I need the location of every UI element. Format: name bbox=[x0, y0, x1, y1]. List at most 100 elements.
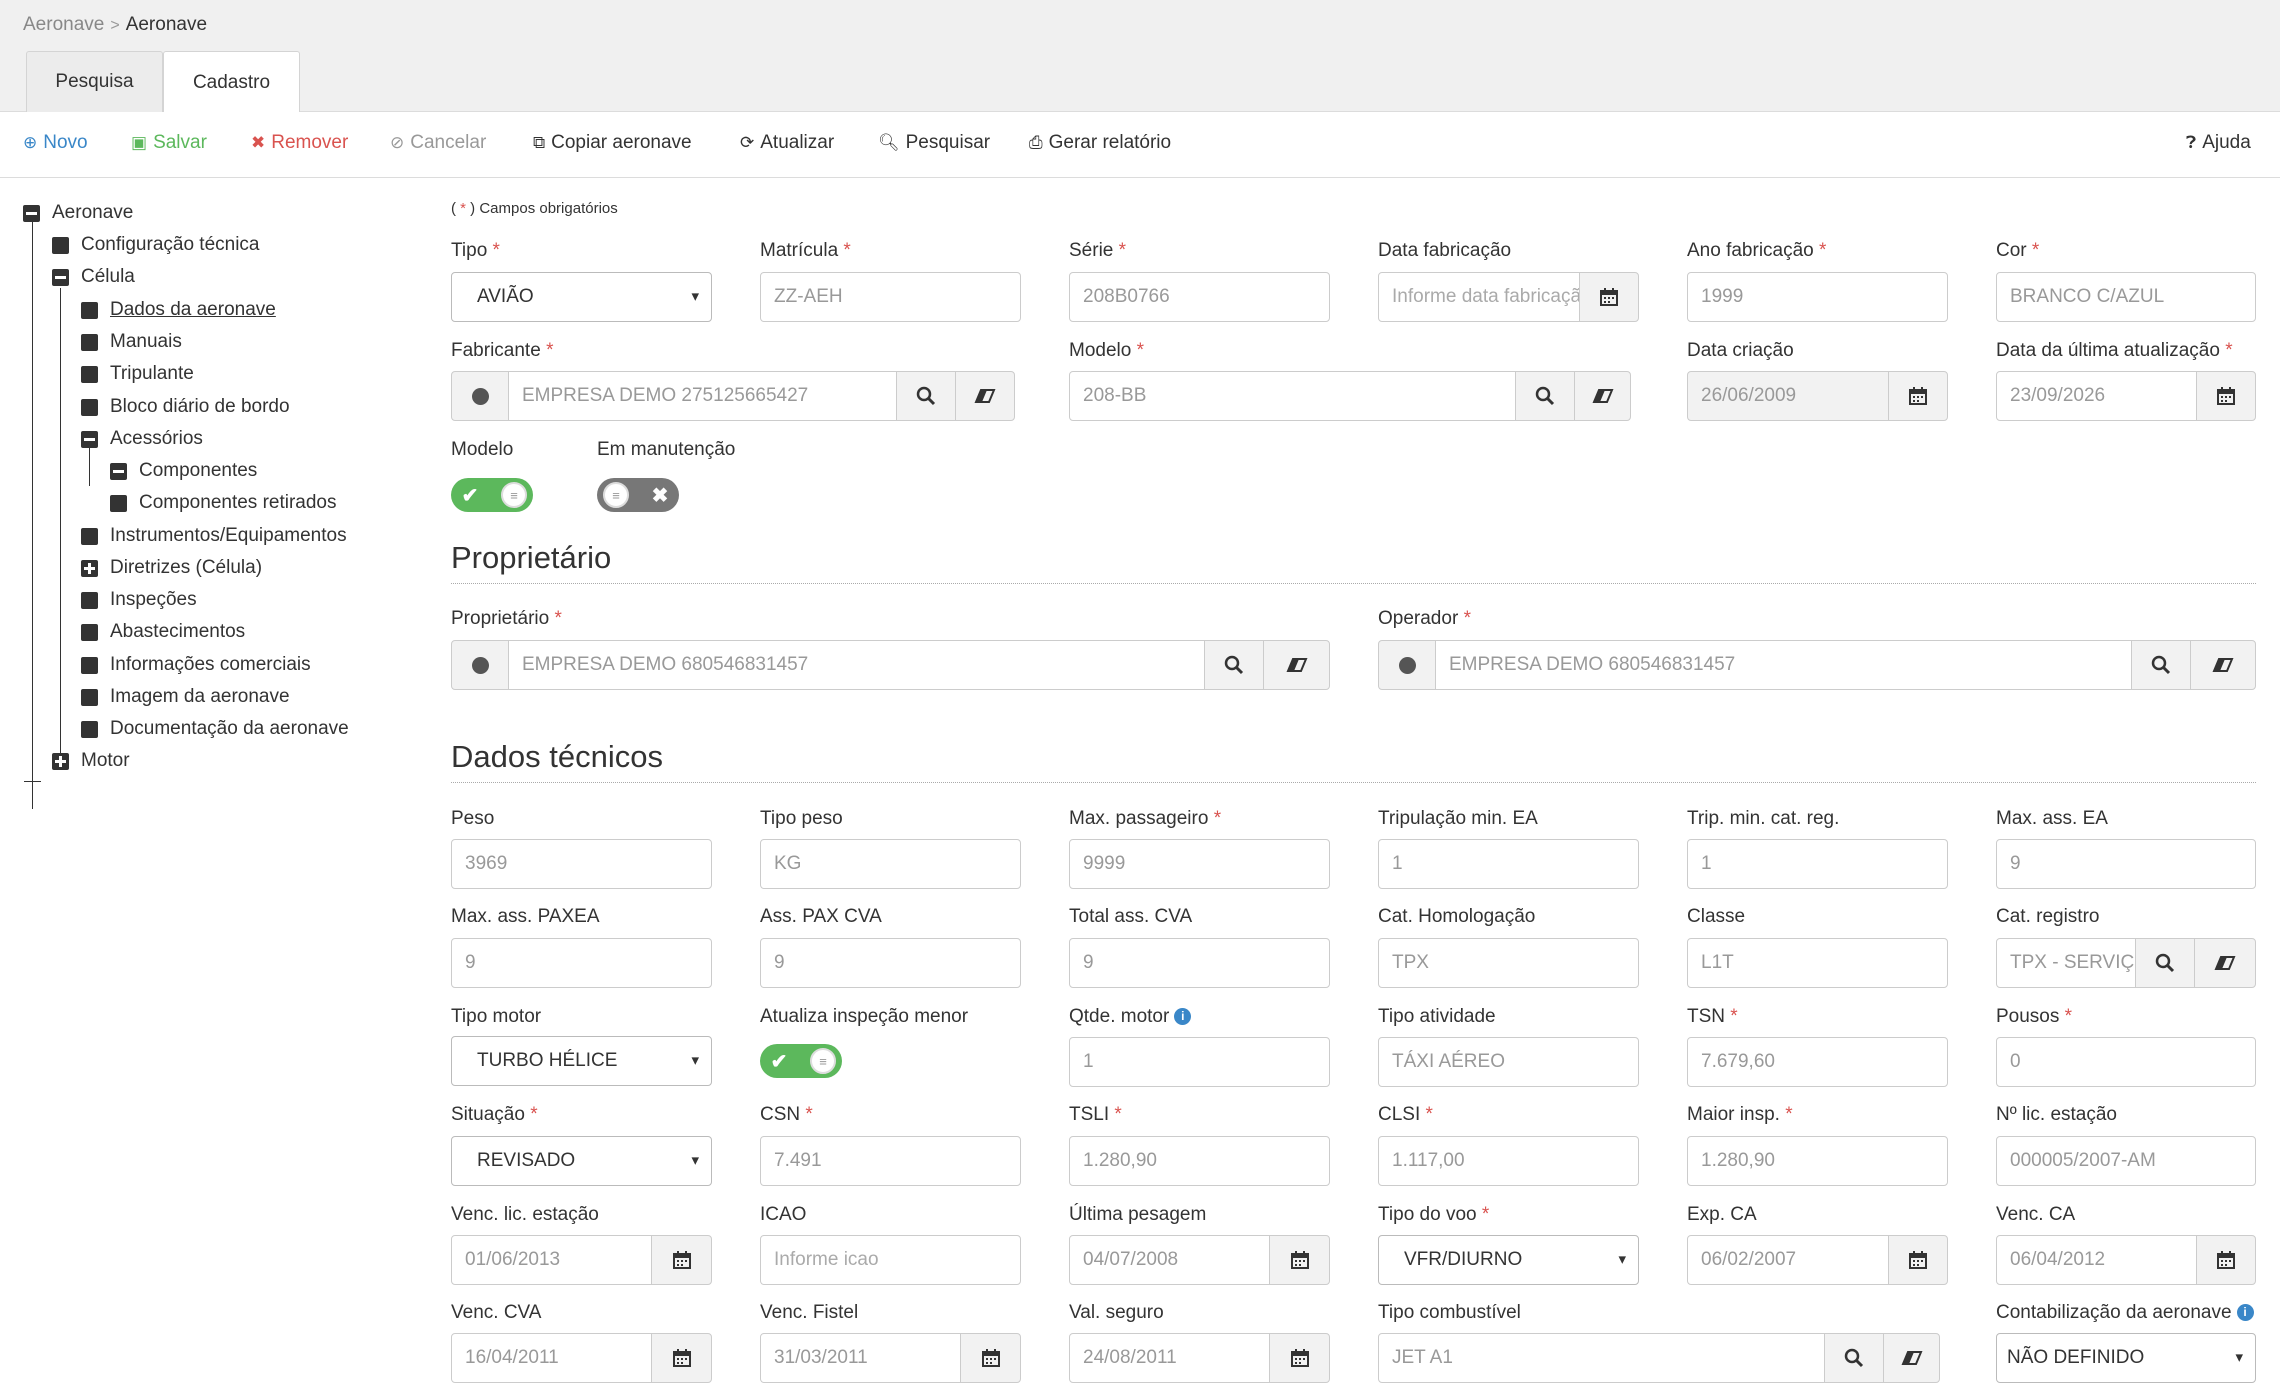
tree-node-aeronave[interactable]: Aeronave bbox=[23, 202, 133, 224]
tree-node-dados-aeronave[interactable]: Dados da aeronave bbox=[81, 299, 276, 321]
exp-ca-input[interactable]: 06/02/2007 bbox=[1687, 1235, 1889, 1285]
remover-button[interactable]: ✖ Remover bbox=[251, 132, 348, 154]
tree-node-diretrizes[interactable]: Diretrizes (Célula) bbox=[81, 557, 262, 579]
maior-insp-input[interactable]: 1.280,90 bbox=[1687, 1136, 1948, 1186]
search-icon[interactable] bbox=[2135, 938, 2195, 988]
eraser-icon[interactable] bbox=[2194, 938, 2256, 988]
tipo-peso-input[interactable]: KG bbox=[760, 839, 1021, 889]
tree-node-imagem[interactable]: Imagem da aeronave bbox=[81, 686, 290, 708]
tipo-select[interactable]: AVIÃO ▾ bbox=[451, 272, 712, 322]
trip-min-cat-reg-input[interactable]: 1 bbox=[1687, 839, 1948, 889]
serie-input[interactable]: 208B0766 bbox=[1069, 272, 1330, 322]
breadcrumb-parent[interactable]: Aeronave bbox=[23, 14, 104, 35]
collapse-icon[interactable] bbox=[81, 430, 98, 448]
pesquisar-button[interactable]: 🔍︎ Pesquisar bbox=[878, 132, 990, 154]
eraser-icon[interactable] bbox=[1263, 640, 1330, 690]
tsli-input[interactable]: 1.280,90 bbox=[1069, 1136, 1330, 1186]
tree-node-manuais[interactable]: Manuais bbox=[81, 331, 182, 353]
max-ass-paxea-input[interactable]: 9 bbox=[451, 938, 712, 988]
tsn-input[interactable]: 7.679,60 bbox=[1687, 1037, 1948, 1087]
tree-node-tripulante[interactable]: Tripulante bbox=[81, 363, 194, 385]
venc-ca-input[interactable]: 06/04/2012 bbox=[1996, 1235, 2197, 1285]
calendar-icon[interactable] bbox=[1579, 272, 1639, 322]
expand-icon[interactable] bbox=[52, 752, 69, 770]
data-criacao-input[interactable]: 26/06/2009 bbox=[1687, 371, 1889, 421]
search-icon[interactable] bbox=[2131, 640, 2191, 690]
atualiza-inspecao-toggle[interactable]: ✔ ≡ bbox=[760, 1044, 842, 1078]
operador-input[interactable]: EMPRESA DEMO 680546831457 bbox=[1435, 640, 2132, 690]
relatorio-button[interactable]: ⎙ Gerar relatório bbox=[1029, 132, 1171, 154]
data-ultima-atualizacao-input[interactable]: 23/09/2026 bbox=[1996, 371, 2197, 421]
ajuda-button[interactable]: ❓︎ Ajuda bbox=[2186, 132, 2251, 154]
tree-node-documentacao[interactable]: Documentação da aeronave bbox=[81, 718, 349, 740]
venc-cva-input[interactable]: 16/04/2011 bbox=[451, 1333, 652, 1383]
qtde-motor-input[interactable]: 1 bbox=[1069, 1037, 1330, 1087]
tab-cadastro[interactable]: Cadastro bbox=[163, 51, 300, 113]
tree-node-bloco-diario[interactable]: Bloco diário de bordo bbox=[81, 396, 290, 418]
eraser-icon[interactable] bbox=[1574, 371, 1631, 421]
tree-node-configuracao[interactable]: Configuração técnica bbox=[52, 234, 260, 256]
calendar-icon[interactable] bbox=[2196, 1235, 2256, 1285]
proprietario-input[interactable]: EMPRESA DEMO 680546831457 bbox=[508, 640, 1205, 690]
cor-input[interactable]: BRANCO C/AZUL bbox=[1996, 272, 2256, 322]
search-icon[interactable] bbox=[1515, 371, 1575, 421]
peso-input[interactable]: 3969 bbox=[451, 839, 712, 889]
tripulacao-min-ea-input[interactable]: 1 bbox=[1378, 839, 1639, 889]
tree-node-instrumentos[interactable]: Instrumentos/Equipamentos bbox=[81, 525, 347, 547]
expand-icon[interactable] bbox=[81, 559, 98, 577]
tree-node-inspecoes[interactable]: Inspeções bbox=[81, 589, 197, 611]
clsi-input[interactable]: 1.117,00 bbox=[1378, 1136, 1639, 1186]
calendar-icon[interactable] bbox=[1269, 1333, 1330, 1383]
info-icon[interactable]: i bbox=[2236, 1304, 2254, 1322]
calendar-icon[interactable] bbox=[1888, 1235, 1948, 1285]
tree-node-componentes[interactable]: Componentes bbox=[110, 460, 257, 482]
tree-node-motor[interactable]: Motor bbox=[52, 750, 130, 772]
eraser-icon[interactable] bbox=[2190, 640, 2256, 690]
icao-input[interactable]: Informe icao bbox=[760, 1235, 1021, 1285]
eraser-icon[interactable] bbox=[955, 371, 1015, 421]
em-manutencao-toggle[interactable]: ≡ ✖ bbox=[597, 478, 679, 512]
calendar-icon[interactable] bbox=[1888, 371, 1948, 421]
calendar-icon[interactable] bbox=[960, 1333, 1021, 1383]
tab-pesquisa[interactable]: Pesquisa bbox=[26, 51, 163, 112]
eraser-icon[interactable] bbox=[1883, 1333, 1940, 1383]
situacao-select[interactable]: REVISADO ▾ bbox=[451, 1136, 712, 1186]
novo-button[interactable]: ⊕ Novo bbox=[23, 132, 88, 154]
classe-input[interactable]: L1T bbox=[1687, 938, 1948, 988]
max-passageiro-input[interactable]: 9999 bbox=[1069, 839, 1330, 889]
collapse-icon[interactable] bbox=[110, 462, 127, 480]
modelo-input[interactable]: 208-BB bbox=[1069, 371, 1516, 421]
info-icon[interactable]: i bbox=[1174, 1008, 1192, 1026]
modelo-toggle[interactable]: ✔ ≡ bbox=[451, 478, 533, 512]
tree-node-acessorios[interactable]: Acessórios bbox=[81, 428, 203, 450]
max-ass-ea-input[interactable]: 9 bbox=[1996, 839, 2256, 889]
calendar-icon[interactable] bbox=[2196, 371, 2256, 421]
n-lic-estacao-input[interactable]: 000005/2007-AM bbox=[1996, 1136, 2256, 1186]
search-icon[interactable] bbox=[1824, 1333, 1884, 1383]
search-icon[interactable] bbox=[1204, 640, 1264, 690]
collapse-icon[interactable] bbox=[23, 204, 40, 222]
tree-node-informacoes-comerciais[interactable]: Informações comerciais bbox=[81, 654, 311, 676]
search-icon[interactable] bbox=[896, 371, 956, 421]
val-seguro-input[interactable]: 24/08/2011 bbox=[1069, 1333, 1270, 1383]
ass-pax-cva-input[interactable]: 9 bbox=[760, 938, 1021, 988]
venc-fistel-input[interactable]: 31/03/2011 bbox=[760, 1333, 961, 1383]
venc-lic-estacao-input[interactable]: 01/06/2013 bbox=[451, 1235, 652, 1285]
pousos-input[interactable]: 0 bbox=[1996, 1037, 2256, 1087]
tree-node-abastecimentos[interactable]: Abastecimentos bbox=[81, 621, 245, 643]
total-ass-cva-input[interactable]: 9 bbox=[1069, 938, 1330, 988]
cat-registro-input[interactable]: TPX - SERVIÇO bbox=[1996, 938, 2136, 988]
tipo-voo-select[interactable]: VFR/DIURNO ▾ bbox=[1378, 1235, 1639, 1285]
atualizar-button[interactable]: ⟳ Atualizar bbox=[740, 132, 834, 154]
calendar-icon[interactable] bbox=[651, 1235, 712, 1285]
salvar-button[interactable]: ▣ Salvar bbox=[131, 132, 207, 154]
contabilizacao-select[interactable]: NÃO DEFINIDO ▾ bbox=[1996, 1333, 2256, 1383]
calendar-icon[interactable] bbox=[1269, 1235, 1330, 1285]
ano-fabricacao-input[interactable]: 1999 bbox=[1687, 272, 1948, 322]
tipo-atividade-input[interactable]: TÁXI AÉREO bbox=[1378, 1037, 1639, 1087]
tipo-combustivel-input[interactable]: JET A1 bbox=[1378, 1333, 1825, 1383]
calendar-icon[interactable] bbox=[651, 1333, 712, 1383]
tree-node-componentes-retirados[interactable]: Componentes retirados bbox=[110, 492, 337, 514]
fabricante-input[interactable]: EMPRESA DEMO 275125665427 bbox=[508, 371, 897, 421]
cat-homologacao-input[interactable]: TPX bbox=[1378, 938, 1639, 988]
